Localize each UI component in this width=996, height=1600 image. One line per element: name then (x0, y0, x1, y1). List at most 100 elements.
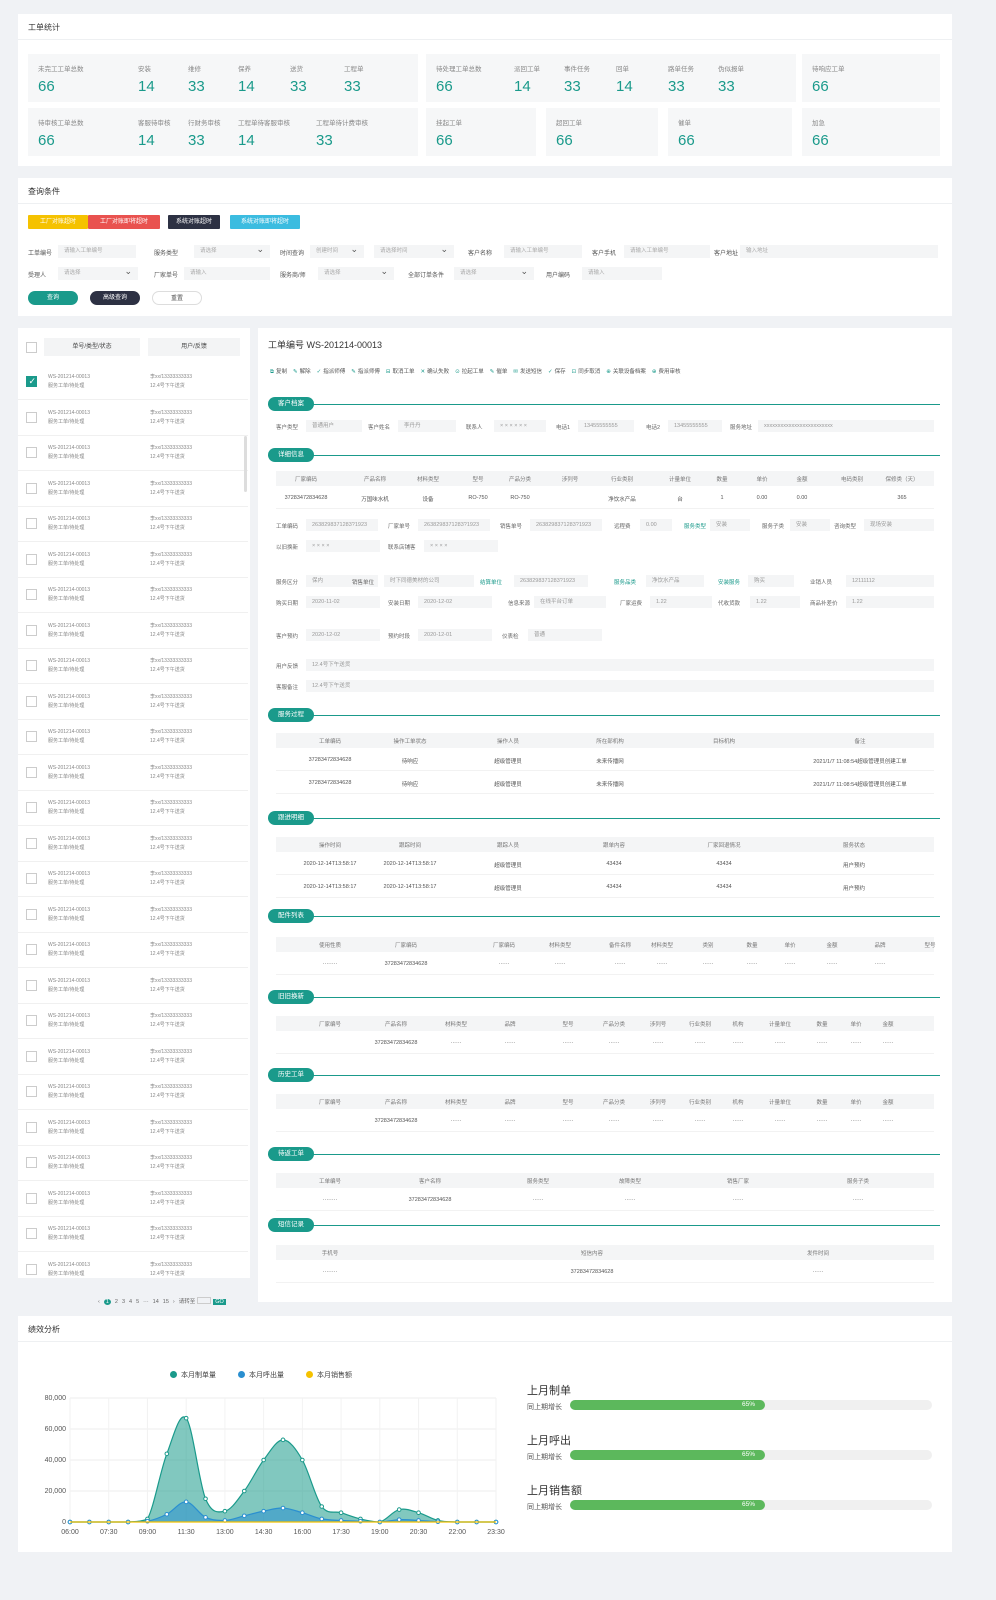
column-header[interactable]: 电码类别 (841, 475, 863, 483)
column-header[interactable]: 计量单位 (769, 1098, 791, 1106)
column-header[interactable]: 厂家回退情况 (707, 841, 740, 849)
column-header[interactable]: 计量单位 (669, 475, 691, 483)
row-checkbox[interactable] (26, 873, 37, 884)
legend-item[interactable]: 本月制单量 (170, 1370, 216, 1380)
column-header[interactable]: 备件名称 (609, 941, 631, 949)
filter-button[interactable]: 系统对账超时 (168, 215, 220, 229)
row-checkbox[interactable] (26, 1192, 37, 1204)
column-header[interactable]: 材料类型 (445, 1098, 467, 1106)
row-checkbox[interactable] (26, 979, 37, 991)
column-header[interactable]: 单价 (850, 1020, 861, 1028)
list-item[interactable]: WS-201214-00013服务工单/待处理李xx/1333333333312… (18, 1003, 248, 1039)
list-item[interactable]: WS-201214-00013服务工单/待处理李xx/1333333333312… (18, 755, 248, 791)
column-header[interactable]: 类别 (702, 941, 713, 949)
page-number[interactable]: ··· (143, 1299, 149, 1305)
column-header[interactable]: 金额 (826, 941, 837, 949)
list-item[interactable]: WS-201214-00013服务工单/待处理李xx/1333333333312… (18, 1145, 248, 1181)
column-header[interactable]: 品牌 (504, 1020, 515, 1028)
column-header[interactable]: 材料类型 (445, 1020, 467, 1028)
stat-item[interactable]: 回单 14 (616, 54, 676, 102)
column-header[interactable]: 短信内容 (581, 1249, 603, 1257)
toolbar-0[interactable]: ⧉ 复制 (270, 367, 287, 376)
column-header[interactable]: 操作工单状态 (393, 737, 426, 745)
list-item[interactable]: WS-201214-00013服务工单/待处理李xx/1333333333312… (18, 542, 248, 578)
field-input[interactable]: 请输入 (582, 267, 662, 280)
toolbar-9[interactable]: ✓ 保存 (548, 367, 566, 375)
toolbar-10[interactable]: ⊡ 同步取消 (572, 367, 601, 375)
list-item[interactable]: WS-201214-00013服务工单/待处理李xx/1333333333312… (18, 506, 248, 542)
field-input[interactable]: 请选择时间 (374, 245, 454, 258)
stat-item[interactable]: 待处理工单总数 66 (436, 54, 496, 102)
column-header[interactable]: 操作时间 (319, 841, 341, 849)
column-header[interactable]: 产品名称 (385, 1098, 407, 1106)
row-checkbox[interactable] (26, 660, 37, 671)
row-checkbox[interactable] (26, 411, 37, 423)
column-header[interactable]: 服务状态 (843, 841, 865, 849)
stat-item[interactable]: 挂起工单 66 (436, 108, 496, 156)
column-header[interactable]: 数量 (716, 475, 727, 483)
row-checkbox[interactable] (26, 1086, 37, 1097)
column-header[interactable]: 型号 (472, 475, 483, 483)
page-number[interactable]: 4 (129, 1299, 132, 1305)
list-item[interactable]: WS-201214-00013服务工单/待处理李xx/1333333333312… (18, 1216, 248, 1252)
row-checkbox[interactable] (26, 376, 37, 387)
row-checkbox[interactable] (26, 1263, 37, 1275)
column-header[interactable]: 单价 (784, 941, 795, 949)
page-number[interactable]: 15 (163, 1299, 169, 1305)
column-header[interactable]: 厂家编码 (295, 475, 317, 483)
table-row[interactable]: 37283472834628 待响应 超级管理员 未来传播网 2021/1/7 11:0… (276, 751, 934, 771)
column-header[interactable]: 品牌 (874, 941, 885, 949)
column-header[interactable]: 涉列号 (650, 1020, 667, 1028)
column-header[interactable]: 跟单内容 (603, 841, 625, 849)
stat-item[interactable]: 事件任务 33 (564, 54, 624, 102)
toolbar-7[interactable]: ✎ 催单 (490, 367, 508, 375)
column-header[interactable]: 机构 (732, 1098, 743, 1106)
page-number[interactable]: 3 (122, 1299, 125, 1305)
select-all-checkbox[interactable] (26, 342, 37, 353)
row-checkbox[interactable] (26, 802, 37, 813)
list-item[interactable]: WS-201214-00013服务工单/待处理李xx/1333333333312… (18, 719, 248, 755)
column-header[interactable]: 销售厂家 (727, 1177, 749, 1185)
field-input[interactable]: 请选择 (194, 245, 270, 258)
column-header[interactable]: 行业类别 (689, 1098, 711, 1106)
column-header[interactable]: 数量 (816, 1020, 827, 1028)
list-item[interactable]: WS-201214-00013服务工单/待处理李xx/1333333333312… (18, 1181, 248, 1217)
legend-item[interactable]: 本月呼出量 (238, 1370, 284, 1380)
table-row[interactable]: ········ 37283472834628 ······ (276, 1263, 934, 1283)
list-item[interactable]: WS-201214-00013服务工单/待处理李xx/1333333333312… (18, 364, 248, 400)
toolbar-4[interactable]: ⊟ 取消工单 (386, 367, 415, 375)
list-item[interactable]: WS-201214-00013服务工单/待处理李xx/1333333333312… (18, 1110, 248, 1146)
advanced-search-button[interactable]: 高级查询 (90, 291, 140, 305)
column-header[interactable]: 金额 (882, 1020, 893, 1028)
list-item[interactable]: WS-201214-00013服务工单/待处理李xx/1333333333312… (18, 932, 248, 968)
row-checkbox[interactable] (26, 766, 37, 778)
field-input[interactable]: 请输入 (184, 267, 270, 280)
toolbar-3[interactable]: ✎ 指派师傅 (351, 367, 380, 375)
list-item[interactable]: WS-201214-00013服务工单/待处理李xx/1333333333312… (18, 471, 248, 507)
row-checkbox[interactable] (26, 518, 37, 529)
column-header[interactable]: 厂家编号 (319, 1020, 341, 1028)
list-item[interactable]: WS-201214-00013服务工单/待处理李xx/1333333333312… (18, 435, 248, 471)
field-input[interactable]: 请选择 (58, 267, 138, 280)
search-button[interactable]: 查询 (28, 291, 78, 305)
page-number[interactable]: 2 (115, 1299, 118, 1305)
column-header[interactable]: 故障类型 (619, 1177, 641, 1185)
column-header[interactable]: 金额 (796, 475, 807, 483)
stat-item[interactable]: 工程单待客服审核 14 (238, 108, 298, 156)
row-checkbox[interactable] (26, 447, 37, 458)
row-checkbox[interactable] (26, 695, 37, 707)
page-number[interactable]: 5 (136, 1299, 139, 1305)
list-item[interactable]: WS-201214-00013服务工单/待处理李xx/1333333333312… (18, 1074, 248, 1110)
list-item[interactable]: WS-201214-00013服务工单/待处理李xx/1333333333312… (18, 826, 248, 862)
column-header[interactable]: 单价 (756, 475, 767, 483)
column-header[interactable]: 型号 (562, 1098, 573, 1106)
column-header[interactable]: 产品分类 (509, 475, 531, 483)
stat-item[interactable]: 伪似报单 33 (718, 54, 778, 102)
column-header[interactable]: 型号 (924, 941, 935, 949)
row-checkbox[interactable] (26, 553, 37, 565)
column-header[interactable]: 材料类型 (549, 941, 571, 949)
column-header[interactable]: 材料类型 (417, 475, 439, 483)
row-checkbox[interactable] (26, 624, 37, 636)
go-button[interactable]: GO (213, 1299, 226, 1305)
row-checkbox[interactable] (26, 1157, 37, 1168)
